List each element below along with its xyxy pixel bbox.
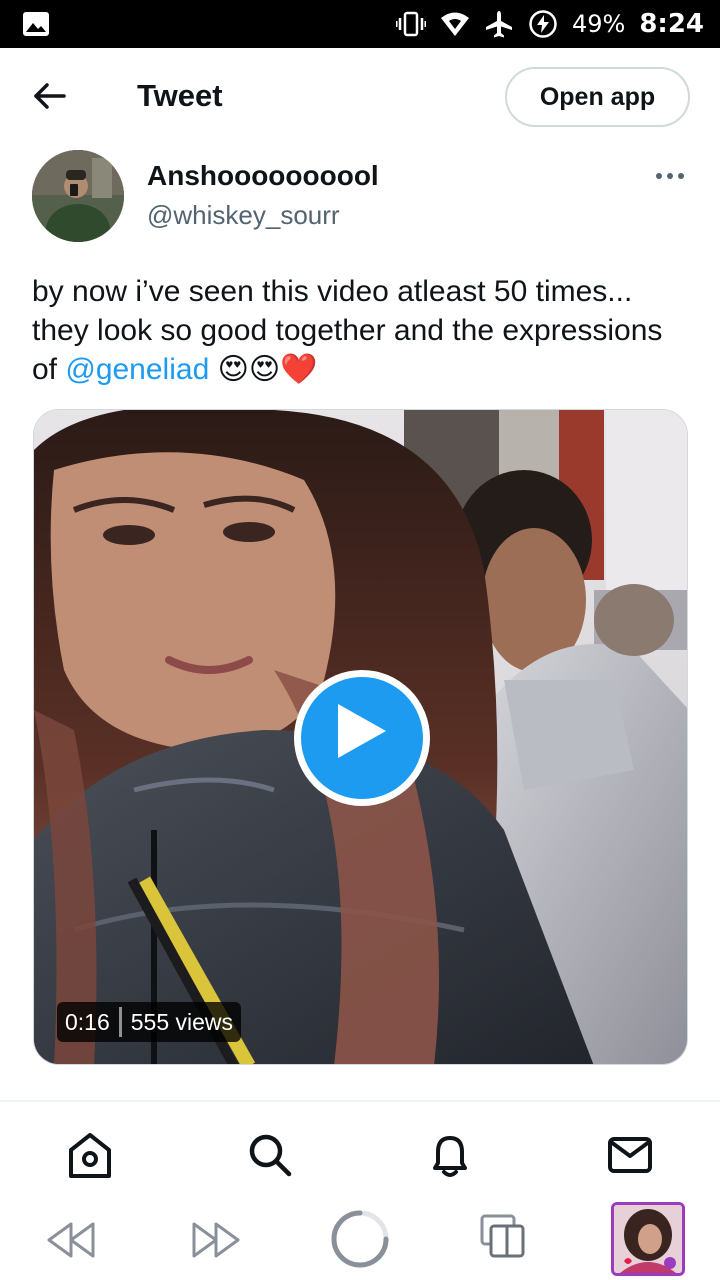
notifications-icon[interactable] (425, 1130, 475, 1180)
tweet-header: Tweet Open app (0, 48, 720, 144)
wifi-icon (440, 12, 469, 36)
browser-toolbar (0, 1200, 720, 1280)
reload-icon[interactable] (330, 1209, 390, 1269)
video-duration: 0:16 (65, 1008, 110, 1035)
messages-icon[interactable] (605, 1130, 655, 1180)
bottom-nav (0, 1102, 720, 1200)
battery-percentage: 49% (571, 10, 626, 38)
mention-link[interactable]: @geneliad (65, 353, 209, 386)
tabs-icon[interactable] (480, 1214, 526, 1258)
forward-icon[interactable] (190, 1220, 242, 1260)
back-arrow-icon[interactable] (30, 76, 70, 116)
author-handle[interactable]: @whiskey_sourr (147, 200, 340, 231)
play-icon (338, 704, 386, 758)
tweet-emojis: 😍😍❤️ (209, 353, 318, 386)
open-app-button[interactable]: Open app (505, 67, 690, 127)
video-stats-badge: 0:16 555 views (57, 1002, 242, 1042)
back-icon[interactable] (45, 1220, 97, 1260)
more-options-icon[interactable] (652, 162, 688, 190)
gallery-icon (23, 12, 49, 36)
tweet-text: by now i’ve seen this video atleast 50 t… (32, 272, 692, 389)
search-icon[interactable] (245, 1130, 295, 1180)
status-bar: 49% 8:24 (0, 0, 720, 48)
vibrate-icon (395, 11, 426, 37)
profile-thumbnail[interactable] (611, 1202, 685, 1276)
clock: 8:24 (639, 9, 704, 39)
home-icon[interactable] (65, 1130, 115, 1180)
battery-charging-icon (529, 10, 557, 38)
page-title: Tweet (137, 78, 223, 113)
author-display-name[interactable]: Anshoooooooool (147, 160, 379, 192)
airplane-mode-icon (485, 11, 512, 38)
avatar[interactable] (32, 150, 124, 242)
play-button[interactable] (294, 670, 430, 806)
view-count: 555 views (130, 1008, 234, 1035)
video-player[interactable]: 0:16 555 views (33, 409, 688, 1065)
